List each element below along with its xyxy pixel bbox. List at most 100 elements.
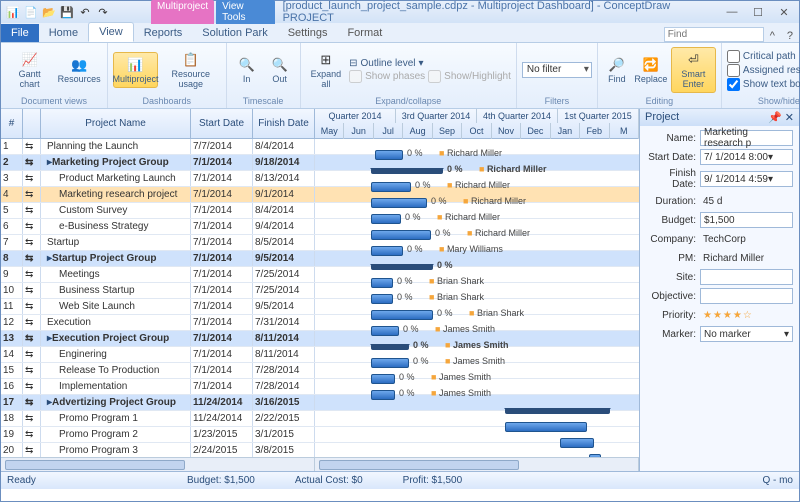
chk-critical-path[interactable]: Critical path (727, 50, 800, 63)
btn-zoom-in[interactable]: 🔍In (232, 52, 262, 88)
chk-assigned-resources[interactable]: Assigned resources (727, 64, 800, 77)
field-budget[interactable]: $1,500 (700, 212, 793, 228)
lbl-objective: Objective: (646, 291, 696, 302)
group-editing: 🔎Find 🔁Replace ⏎Smart Enter Editing (598, 43, 722, 108)
grid-body[interactable]: 1⇆Planning the Launch7/7/20148/4/20140 %… (1, 139, 639, 457)
btn-find[interactable]: 🔎Find (603, 52, 631, 88)
ribbon-tabs: File Home View Reports Solution Park Set… (1, 23, 799, 43)
group-showhide: Critical path Assigned resources Show te… (722, 43, 800, 108)
window-buttons: — ☐ ✕ (721, 6, 795, 19)
table-row[interactable]: 13⇆Execution Project Group7/1/20148/11/2… (1, 331, 639, 347)
tab-reports[interactable]: Reports (134, 24, 193, 42)
field-priority[interactable]: ★★★★☆ (700, 307, 793, 323)
btn-multiproject[interactable]: 📊Multiproject (113, 52, 158, 88)
col-finish[interactable]: Finish Date (253, 109, 315, 138)
open-icon[interactable]: 📂 (41, 4, 57, 20)
table-row[interactable]: 5⇆Custom Survey7/1/20148/4/20140 %Richar… (1, 203, 639, 219)
lbl-priority: Priority: (646, 310, 696, 321)
field-marker[interactable]: No marker▾ (700, 326, 793, 342)
gantt-grid: # Project Name Start Date Finish Date Qu… (1, 109, 639, 471)
redo-icon[interactable]: ↷ (95, 4, 111, 20)
chk-show-textboxes[interactable]: Show text boxes (727, 78, 800, 91)
table-row[interactable]: 16⇆Implementation7/1/20147/28/20140 %Jam… (1, 379, 639, 395)
group-expand: ⊞Expand all ⊟Outline level ▾ Show phases… (301, 43, 517, 108)
field-site[interactable] (700, 269, 793, 285)
horizontal-scroll[interactable] (1, 457, 639, 471)
btn-gantt-chart[interactable]: 📈Gantt chart (6, 47, 53, 93)
btn-expand-all[interactable]: ⊞Expand all (306, 47, 347, 93)
status-zoom[interactable]: Q - mo (762, 475, 793, 486)
group-filters: No filter Filters (517, 43, 598, 108)
table-row[interactable]: 9⇆Meetings7/1/20147/25/20140 %Brian Shar… (1, 267, 639, 283)
save-icon[interactable]: 💾 (59, 4, 75, 20)
find-input[interactable] (664, 27, 764, 42)
col-num[interactable]: # (1, 109, 23, 138)
table-row[interactable]: 14⇆Enginering7/1/20148/11/20140 %James S… (1, 347, 639, 363)
group-document-views: 📈Gantt chart 👥Resources Document views (1, 43, 108, 108)
lbl-company: Company: (646, 234, 696, 245)
field-company: TechCorp (700, 231, 793, 247)
contextual-tabs: Multiproject View Tools (151, 0, 275, 24)
table-row[interactable]: 4⇆Marketing research project7/1/20149/1/… (1, 187, 639, 203)
table-row[interactable]: 11⇆Web Site Launch7/1/20149/5/20140 %Bri… (1, 299, 639, 315)
table-row[interactable]: 20⇆Promo Program 32/24/20153/8/2015 (1, 443, 639, 457)
status-profit: Profit: $1,500 (403, 475, 462, 486)
lbl-budget: Budget: (646, 215, 696, 226)
table-row[interactable]: 1⇆Planning the Launch7/7/20148/4/20140 %… (1, 139, 639, 155)
grid-header: # Project Name Start Date Finish Date Qu… (1, 109, 639, 139)
field-start[interactable]: 7/ 1/2014 8:00 ▾ (700, 149, 793, 165)
lbl-start: Start Date: (646, 152, 696, 163)
status-actual: Actual Cost: $0 (295, 475, 363, 486)
field-pm: Richard Miller (700, 250, 793, 266)
col-indicator[interactable] (23, 109, 41, 138)
undo-icon[interactable]: ↶ (77, 4, 93, 20)
ribbon: 📈Gantt chart 👥Resources Document views 📊… (1, 43, 799, 109)
find-box[interactable] (664, 27, 764, 42)
new-icon[interactable]: 📄 (23, 4, 39, 20)
col-start[interactable]: Start Date (191, 109, 253, 138)
status-budget: Budget: $1,500 (187, 475, 255, 486)
outline-level[interactable]: ⊟Outline level ▾ (349, 58, 425, 69)
tab-home[interactable]: Home (39, 24, 88, 42)
btn-resources[interactable]: 👥Resources (56, 52, 102, 88)
group-label: Dashboards (113, 95, 221, 106)
btn-zoom-out[interactable]: 🔍Out (265, 52, 295, 88)
chk-show-phases[interactable]: Show phases (349, 70, 425, 83)
maximize-icon[interactable]: ☐ (747, 6, 769, 19)
tab-file[interactable]: File (1, 24, 39, 42)
tab-format[interactable]: Format (337, 24, 392, 42)
help-icon[interactable]: ? (781, 30, 799, 42)
lbl-marker: Marker: (646, 329, 696, 340)
table-row[interactable]: 15⇆Release To Production7/1/20147/28/201… (1, 363, 639, 379)
table-row[interactable]: 2⇆Marketing Project Group7/1/20149/18/20… (1, 155, 639, 171)
field-finish[interactable]: 9/ 1/2014 4:59 ▾ (700, 171, 793, 187)
tab-view[interactable]: View (88, 22, 134, 42)
lbl-site: Site: (646, 272, 696, 283)
table-row[interactable]: 8⇆Startup Project Group7/1/20149/5/20140… (1, 251, 639, 267)
btn-replace[interactable]: 🔁Replace (634, 52, 668, 88)
tab-solutionpark[interactable]: Solution Park (192, 24, 277, 42)
col-name[interactable]: Project Name (41, 109, 191, 138)
tab-settings[interactable]: Settings (278, 24, 338, 42)
table-row[interactable]: 10⇆Business Startup7/1/20147/25/20140 %B… (1, 283, 639, 299)
btn-smart-enter[interactable]: ⏎Smart Enter (671, 47, 716, 93)
minimize-icon[interactable]: — (721, 6, 743, 19)
field-objective[interactable] (700, 288, 793, 304)
status-ready: Ready (7, 475, 147, 486)
lbl-name: Name: (646, 133, 696, 144)
group-label: Timescale (232, 95, 295, 106)
ctx-tab-viewtools[interactable]: View Tools (216, 0, 274, 24)
panel-pin-icon[interactable]: 📌 ✕ (768, 111, 794, 124)
ribbon-collapse-icon[interactable]: ^ (764, 30, 781, 42)
table-row[interactable]: 12⇆Execution7/1/20147/31/20140 %James Sm… (1, 315, 639, 331)
field-name[interactable]: Marketing research p (700, 130, 793, 146)
table-row[interactable]: 7⇆Startup7/1/20148/5/20140 %Mary William… (1, 235, 639, 251)
chk-show-highlight[interactable]: Show/Highlight (428, 70, 511, 83)
table-row[interactable]: 17⇆Advertizing Project Group11/24/20143/… (1, 395, 639, 411)
table-row[interactable]: 6⇆e-Business Strategy7/1/20149/4/20140 %… (1, 219, 639, 235)
ctx-tab-multiproject[interactable]: Multiproject (151, 0, 214, 24)
close-icon[interactable]: ✕ (773, 6, 795, 19)
filter-dropdown[interactable]: No filter (522, 62, 592, 78)
btn-resource-usage[interactable]: 📋Resource usage (161, 47, 221, 93)
lbl-duration: Duration: (646, 196, 696, 207)
